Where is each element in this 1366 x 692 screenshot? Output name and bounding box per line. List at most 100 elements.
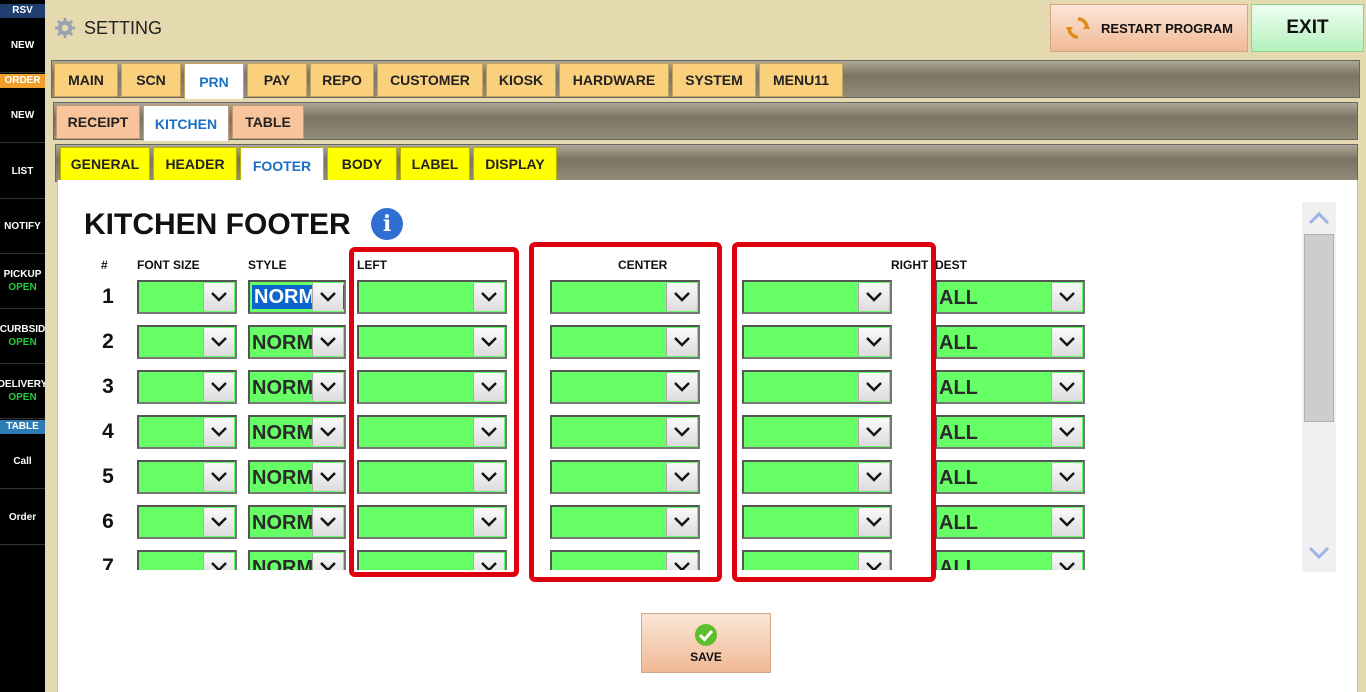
chevron-down-icon[interactable]	[1051, 373, 1082, 401]
column-header-number: #	[101, 258, 108, 272]
tab-label: TABLE	[245, 114, 291, 130]
chevron-down-icon[interactable]	[203, 373, 234, 401]
exit-label: EXIT	[1286, 17, 1329, 38]
chevron-down-icon[interactable]	[312, 283, 343, 311]
info-icon[interactable]: i	[371, 208, 403, 240]
dropdown-value: ALL	[939, 422, 978, 444]
tab-label: REPO	[322, 72, 362, 88]
font-size-dropdown[interactable]	[137, 415, 237, 449]
chevron-down-icon[interactable]	[203, 283, 234, 311]
column-header-style: STYLE	[248, 258, 287, 272]
sidebar-item-order-new[interactable]: NEW	[0, 88, 45, 143]
font-size-dropdown[interactable]	[137, 370, 237, 404]
font-size-dropdown[interactable]	[137, 550, 237, 570]
tab-customer[interactable]: CUSTOMER	[377, 63, 483, 97]
sidebar-item-call[interactable]: Call	[0, 434, 45, 489]
dest-dropdown[interactable]: ALL	[935, 460, 1085, 494]
sidebar-item-order[interactable]: Order	[0, 490, 45, 545]
tab-prn[interactable]: PRN	[184, 63, 244, 99]
font-size-dropdown[interactable]	[137, 325, 237, 359]
tab-scn[interactable]: SCN	[121, 63, 181, 97]
tab-footer[interactable]: FOOTER	[240, 147, 324, 183]
style-dropdown[interactable]: NORMAL	[248, 505, 346, 539]
row-number: 7	[102, 555, 114, 570]
scroll-down-icon[interactable]	[1302, 537, 1336, 569]
app-window: RSV NEW ORDER NEW LIST NOTIFY PICKUP OPEN…	[0, 0, 1366, 692]
sidebar-item-delivery[interactable]: DELIVERY OPEN	[0, 364, 45, 419]
chevron-down-icon[interactable]	[1051, 553, 1082, 570]
style-dropdown[interactable]: NORMAL	[248, 280, 346, 314]
sidebar-item-notify[interactable]: NOTIFY	[0, 199, 45, 254]
footer-settings-panel: KITCHEN FOOTER i # FONT SIZE STYLE LEFT …	[57, 180, 1358, 692]
tab-menu11[interactable]: MENU11	[759, 63, 843, 97]
scroll-up-icon[interactable]	[1302, 202, 1336, 234]
chevron-down-icon[interactable]	[203, 328, 234, 356]
tab-kitchen[interactable]: KITCHEN	[143, 105, 229, 141]
tab-general[interactable]: GENERAL	[60, 147, 150, 181]
style-dropdown[interactable]: NORMAL	[248, 325, 346, 359]
tab-table[interactable]: TABLE	[232, 105, 304, 139]
tab-label: FOOTER	[252, 157, 312, 174]
tab-pay[interactable]: PAY	[247, 63, 307, 97]
style-dropdown[interactable]: NORMAL	[248, 550, 346, 570]
dest-dropdown[interactable]: ALL	[935, 280, 1085, 314]
check-icon	[695, 623, 717, 646]
style-dropdown[interactable]: NORMAL	[248, 370, 346, 404]
tab-label[interactable]: LABEL	[400, 147, 470, 181]
tab-hardware[interactable]: HARDWARE	[559, 63, 669, 97]
chevron-down-icon[interactable]	[312, 373, 343, 401]
tab-kiosk[interactable]: KIOSK	[486, 63, 556, 97]
chevron-down-icon[interactable]	[1051, 418, 1082, 446]
sidebar-item-status: OPEN	[8, 392, 37, 403]
chevron-down-icon[interactable]	[312, 553, 343, 570]
vertical-scrollbar[interactable]	[1302, 202, 1336, 572]
chevron-down-icon[interactable]	[203, 508, 234, 536]
tab-repo[interactable]: REPO	[310, 63, 374, 97]
dest-dropdown[interactable]: ALL	[935, 370, 1085, 404]
column-header-dest: DEST	[935, 258, 968, 272]
sidebar-item-curbside[interactable]: CURBSID OPEN	[0, 309, 45, 364]
sidebar-item-pickup[interactable]: PICKUP OPEN	[0, 254, 45, 309]
chevron-down-icon[interactable]	[203, 418, 234, 446]
chevron-down-icon[interactable]	[1051, 283, 1082, 311]
chevron-down-icon[interactable]	[312, 328, 343, 356]
font-size-dropdown[interactable]	[137, 505, 237, 539]
chevron-down-icon[interactable]	[1051, 508, 1082, 536]
exit-button[interactable]: EXIT	[1251, 4, 1364, 52]
dest-dropdown[interactable]: ALL	[935, 415, 1085, 449]
sidebar-section-rsv: RSV	[0, 4, 45, 18]
font-size-dropdown[interactable]	[137, 460, 237, 494]
scrollbar-thumb[interactable]	[1304, 234, 1334, 422]
tab-display[interactable]: DISPLAY	[473, 147, 557, 181]
style-dropdown[interactable]: NORMAL	[248, 415, 346, 449]
dropdown-value: ALL	[939, 377, 978, 399]
dest-dropdown[interactable]: ALL	[935, 550, 1085, 570]
tab-system[interactable]: SYSTEM	[672, 63, 756, 97]
tab-label: HEADER	[165, 156, 225, 172]
tab-header[interactable]: HEADER	[153, 147, 237, 181]
chevron-down-icon[interactable]	[312, 508, 343, 536]
dest-dropdown[interactable]: ALL	[935, 325, 1085, 359]
chevron-down-icon[interactable]	[1051, 463, 1082, 491]
style-dropdown[interactable]: NORMAL	[248, 460, 346, 494]
chevron-down-icon[interactable]	[312, 463, 343, 491]
sidebar-item-rsv-new[interactable]: NEW	[0, 18, 45, 73]
row-number: 4	[102, 420, 114, 443]
column-header-font-size: FONT SIZE	[137, 258, 200, 272]
tab-main[interactable]: MAIN	[54, 63, 118, 97]
chevron-down-icon[interactable]	[312, 418, 343, 446]
chevron-down-icon[interactable]	[203, 463, 234, 491]
sidebar-item-list[interactable]: LIST	[0, 144, 45, 199]
tab-receipt[interactable]: RECEIPT	[56, 105, 140, 139]
chevron-down-icon[interactable]	[1051, 328, 1082, 356]
dest-dropdown[interactable]: ALL	[935, 505, 1085, 539]
dropdown-value: ALL	[939, 557, 978, 570]
gear-icon	[54, 17, 76, 39]
save-label: SAVE	[690, 649, 722, 664]
tab-label: KITCHEN	[154, 115, 218, 132]
font-size-dropdown[interactable]	[137, 280, 237, 314]
restart-program-button[interactable]: RESTART PROGRAM	[1050, 4, 1248, 52]
save-button[interactable]: SAVE	[641, 613, 771, 673]
chevron-down-icon[interactable]	[203, 553, 234, 570]
tab-body[interactable]: BODY	[327, 147, 397, 181]
